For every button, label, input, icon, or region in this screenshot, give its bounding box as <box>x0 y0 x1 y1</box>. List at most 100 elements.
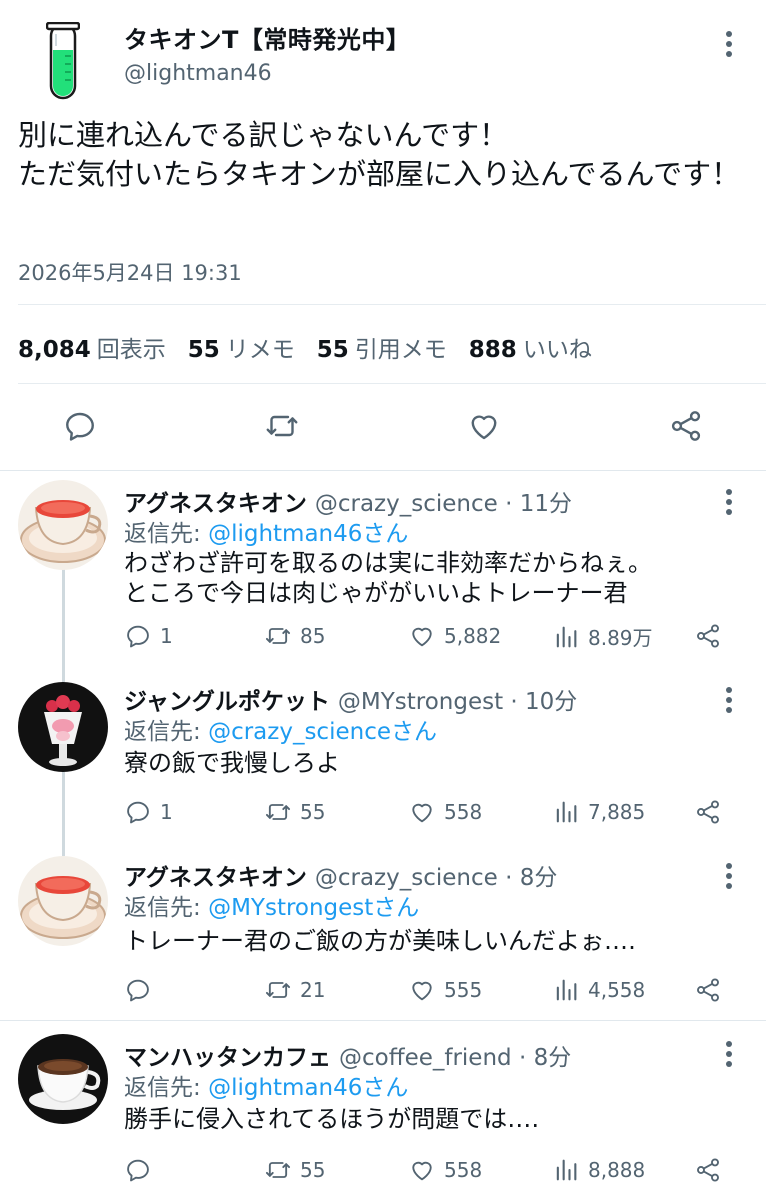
share-button[interactable] <box>694 1156 722 1184</box>
share-icon <box>697 1158 719 1182</box>
reply-actions: 1 55 558 7,885 <box>124 798 724 828</box>
views-button[interactable]: 7,885 <box>552 798 645 826</box>
views-count: 4,558 <box>588 978 646 1002</box>
reply-button[interactable]: 1 <box>124 622 173 650</box>
reply-text: わざわざ許可を取るのは実に非効率だからねぇ。 ところで今日は肉じゃががいいよトレ… <box>124 549 652 607</box>
views-count: 7,885 <box>588 800 646 824</box>
share-button[interactable] <box>694 622 722 650</box>
reply-actions: 21 555 4,558 <box>124 976 724 1006</box>
reply-text: 寮の飯で我慢しろよ <box>124 749 340 777</box>
reply-button[interactable] <box>124 976 160 1004</box>
retweet-icon <box>265 1162 291 1178</box>
author-handle[interactable]: @lightman46 <box>124 61 272 86</box>
retweet-icon <box>265 982 291 998</box>
replying-to-link[interactable]: @MYstrongestさん <box>208 895 419 921</box>
replying-to: 返信先: @MYstrongestさん <box>124 895 420 921</box>
share-button[interactable] <box>694 798 722 826</box>
views-count: 8.89万 <box>588 626 653 650</box>
share-icon <box>697 978 719 1002</box>
views-button[interactable]: 4,558 <box>552 976 645 1004</box>
share-icon <box>697 624 719 648</box>
avatar[interactable] <box>18 1034 108 1124</box>
more-options-icon[interactable] <box>714 858 744 894</box>
views-count: 8,888 <box>588 1158 646 1182</box>
share-icon[interactable] <box>666 406 706 446</box>
replying-to-link[interactable]: @lightman46さん <box>208 521 408 547</box>
views-icon <box>556 979 577 1001</box>
reply-count: 1 <box>160 800 173 824</box>
test-tube-avatar[interactable] <box>45 21 81 102</box>
views-stat: 8,084 回表示 <box>18 337 166 363</box>
like-count: 558 <box>444 1158 483 1182</box>
retweet-button[interactable]: 21 <box>264 976 325 1004</box>
like-button[interactable]: 555 <box>408 976 482 1004</box>
more-options-icon[interactable] <box>714 682 744 718</box>
reply-actions: 1 85 5,882 8.89万 <box>124 622 724 652</box>
reply-tweet[interactable]: ジャングルポケット @MYstrongest · 10分 返信先: @crazy_… <box>0 670 766 840</box>
reply-actions: 55 558 8,888 <box>124 1156 724 1186</box>
reply-tweet[interactable]: マンハッタンカフェ @coffee_friend · 8分 返信先: @light… <box>0 1024 766 1200</box>
views-icon <box>556 626 577 647</box>
reply-header: アグネスタキオン @crazy_science · 11分 <box>124 484 572 518</box>
divider <box>18 304 766 305</box>
author-display-name[interactable]: タキオンT【常時発光中】 <box>124 20 410 55</box>
more-options-icon[interactable] <box>714 1036 744 1072</box>
retweet-count: 55 <box>300 800 326 824</box>
reply-header: アグネスタキオン @crazy_science · 8分 <box>124 858 557 892</box>
reply-text: トレーナー君のご飯の方が美味しいんだよぉ‥‥ <box>124 927 637 955</box>
retweet-icon <box>265 804 291 820</box>
like-icon <box>412 803 432 823</box>
reply-icon[interactable] <box>60 406 100 446</box>
tweet-stats: 8,084 回表示 55 リメモ 55 引用メモ 888 いいね <box>18 330 592 364</box>
divider <box>18 383 766 384</box>
avatar[interactable] <box>18 480 108 570</box>
reply-header: ジャングルポケット @MYstrongest · 10分 <box>124 682 577 716</box>
reply-text: 勝手に侵入されてるほうが問題では‥‥ <box>124 1105 540 1133</box>
views-icon <box>556 1159 577 1181</box>
like-icon[interactable] <box>464 406 504 446</box>
retweet-button[interactable]: 55 <box>264 798 325 826</box>
reply-button[interactable] <box>124 1156 160 1184</box>
reply-icon <box>127 979 149 1002</box>
replying-to: 返信先: @lightman46さん <box>124 1075 409 1101</box>
retweet-count: 85 <box>300 624 326 648</box>
replying-to-link[interactable]: @crazy_scienceさん <box>208 719 437 745</box>
retweet-count: 21 <box>300 978 326 1002</box>
reply-icon <box>127 625 149 648</box>
section-divider <box>0 1020 766 1021</box>
reply-count: 1 <box>160 624 173 648</box>
avatar[interactable] <box>18 856 108 946</box>
likes-stat[interactable]: 888 いいね <box>469 330 592 364</box>
views-button[interactable]: 8.89万 <box>552 622 653 651</box>
share-icon <box>697 800 719 824</box>
tweet-text: 別に連れ込んでる訳じゃないんです！ ただ気付いたらタキオンが部屋に入り込んでるん… <box>18 118 741 191</box>
like-icon <box>412 627 432 647</box>
reply-icon <box>127 801 149 824</box>
replying-to: 返信先: @crazy_scienceさん <box>124 719 437 745</box>
like-button[interactable]: 558 <box>408 1156 482 1184</box>
retweets-stat[interactable]: 55 リメモ <box>188 330 295 364</box>
replying-to-link[interactable]: @lightman46さん <box>208 1075 408 1101</box>
quotes-stat[interactable]: 55 引用メモ <box>317 330 447 364</box>
more-options-icon[interactable] <box>714 484 744 520</box>
more-options-icon[interactable] <box>714 26 744 62</box>
like-button[interactable]: 5,882 <box>408 622 501 650</box>
like-count: 555 <box>444 978 483 1002</box>
retweet-count: 55 <box>300 1158 326 1182</box>
retweet-button[interactable]: 55 <box>264 1156 325 1184</box>
replying-to: 返信先: @lightman46さん <box>124 521 409 547</box>
like-count: 558 <box>444 800 483 824</box>
views-icon <box>556 801 577 823</box>
views-button[interactable]: 8,888 <box>552 1156 645 1184</box>
share-button[interactable] <box>694 976 722 1004</box>
reply-tweet[interactable]: アグネスタキオン @crazy_science · 8分 返信先: @MYstro… <box>0 846 766 1016</box>
retweet-button[interactable]: 85 <box>264 622 325 650</box>
tweet-timestamp[interactable]: 2026年5月24日 19:31 <box>18 257 242 287</box>
like-icon <box>412 1161 432 1181</box>
like-button[interactable]: 558 <box>408 798 482 826</box>
retweet-icon[interactable] <box>262 406 302 446</box>
reply-tweet[interactable]: アグネスタキオン @crazy_science · 11分 返信先: @light… <box>0 470 766 660</box>
like-count: 5,882 <box>444 624 502 648</box>
avatar[interactable] <box>18 682 108 772</box>
reply-button[interactable]: 1 <box>124 798 173 826</box>
